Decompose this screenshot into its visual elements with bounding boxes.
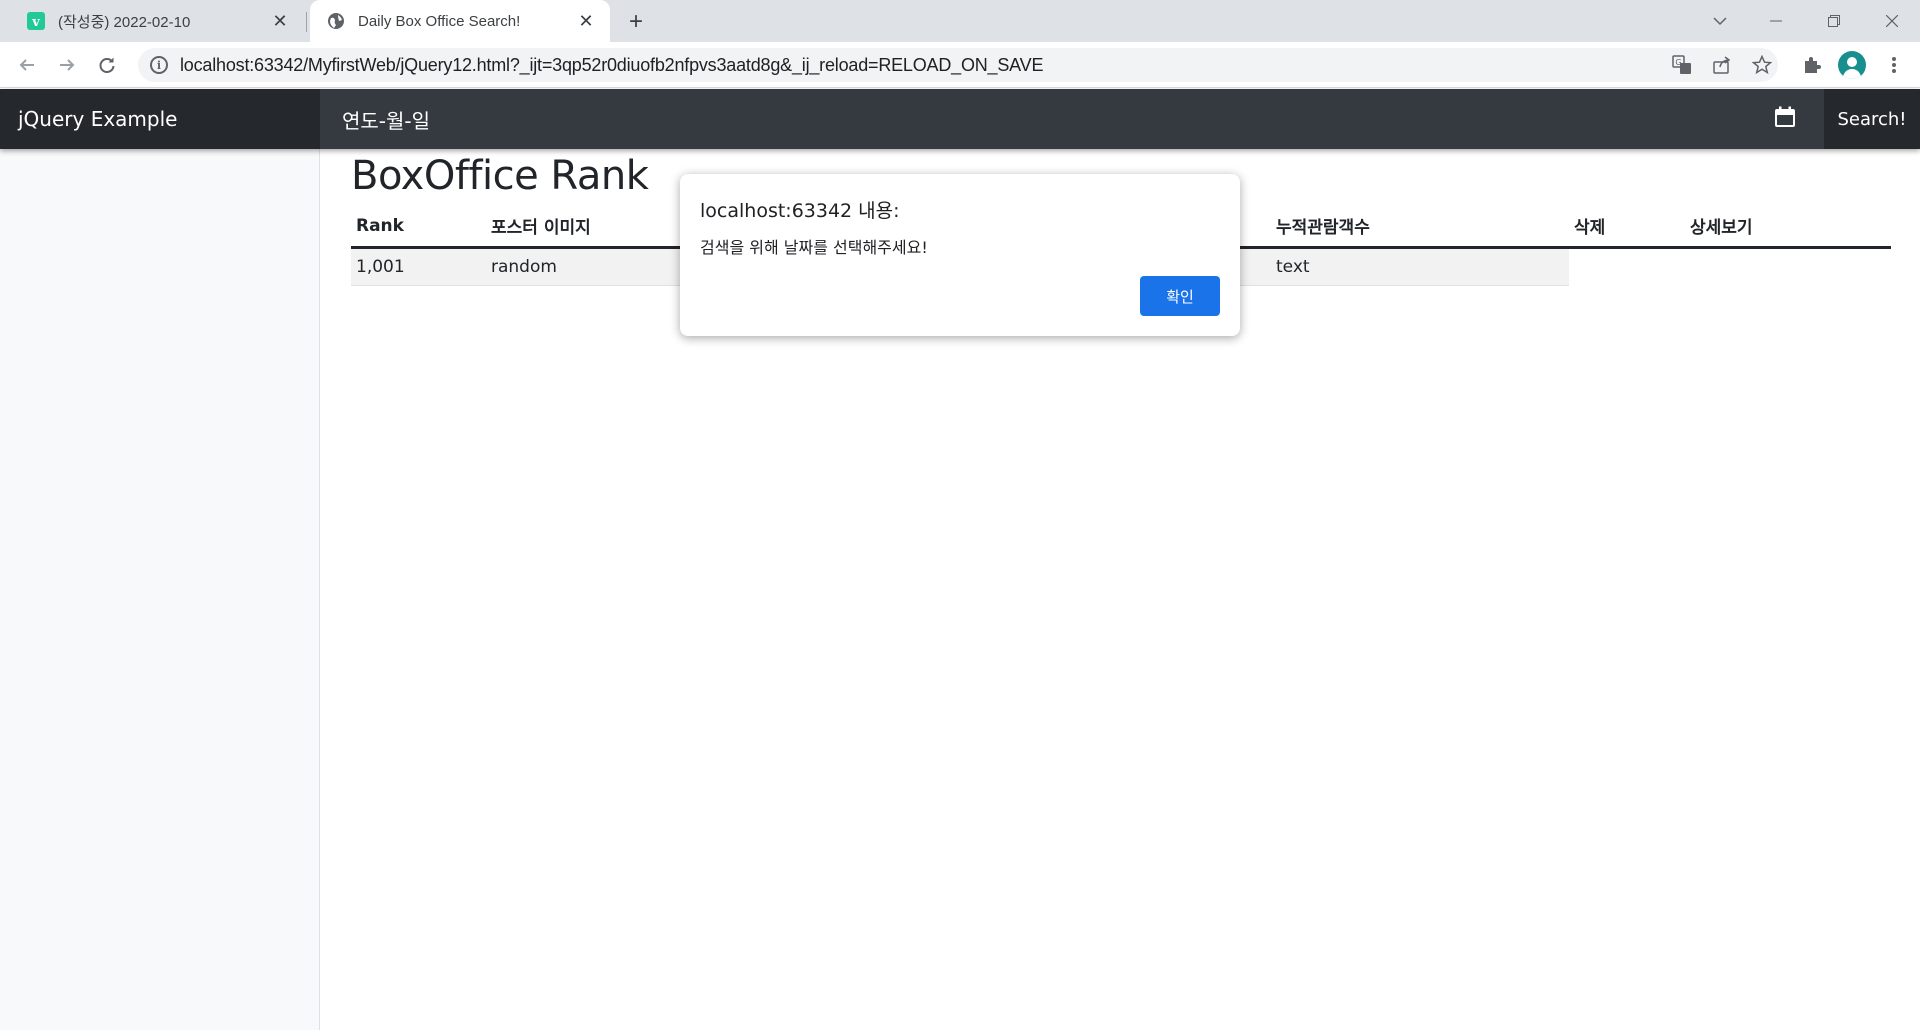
tab-title: (작성중) 2022-02-10: [58, 13, 191, 31]
column-header-delete: 삭제: [1569, 207, 1685, 249]
column-header-rank: Rank: [351, 207, 486, 249]
column-header-detail: 상세보기: [1685, 207, 1891, 249]
calendar-icon[interactable]: [1774, 106, 1798, 130]
share-icon[interactable]: [1708, 51, 1736, 79]
browser-tab-active[interactable]: Daily Box Office Search! ✕: [310, 0, 610, 42]
dialog-title: localhost:63342 내용:: [700, 200, 900, 222]
tab-separator: [306, 12, 307, 32]
url-text: localhost:63342/MyfirstWeb/jQuery12.html…: [180, 54, 1044, 75]
globe-icon: [326, 11, 346, 31]
reload-icon[interactable]: [92, 50, 122, 80]
table-cell: [1569, 248, 1685, 286]
svg-text:G: G: [1675, 58, 1681, 67]
minimize-icon[interactable]: [1748, 0, 1804, 42]
browser-tab-draft[interactable]: v (작성중) 2022-02-10 ✕: [12, 0, 304, 42]
site-info-icon[interactable]: i: [150, 56, 168, 74]
bookmark-star-icon[interactable]: [1748, 51, 1776, 79]
forward-icon[interactable]: [52, 50, 82, 80]
search-button[interactable]: Search!: [1824, 89, 1920, 149]
top-navbar: jQuery Example 연도-월-일 Search!: [0, 89, 1920, 149]
tab-strip: v (작성중) 2022-02-10 ✕ Daily Box Office Se…: [0, 0, 1920, 42]
column-header-audience: 누적관람객수: [1271, 207, 1569, 249]
restore-icon[interactable]: [1806, 0, 1862, 42]
table-cell: [1685, 248, 1891, 286]
profile-avatar[interactable]: [1838, 51, 1866, 79]
tab-search-icon[interactable]: [1692, 0, 1748, 42]
alert-dialog: localhost:63342 내용: 검색을 위해 날짜를 선택해주세요! 확…: [680, 174, 1240, 336]
page-content: jQuery Example 연도-월-일 Search! BoxOffice …: [0, 89, 1920, 1030]
date-input[interactable]: 연도-월-일: [320, 89, 1824, 149]
ok-button[interactable]: 확인: [1140, 276, 1220, 316]
navbar-brand[interactable]: jQuery Example: [0, 89, 320, 149]
close-tab-icon[interactable]: ✕: [576, 11, 596, 31]
new-tab-icon[interactable]: +: [622, 8, 650, 36]
v-icon: v: [26, 11, 46, 31]
address-bar[interactable]: i localhost:63342/MyfirstWeb/jQuery12.ht…: [138, 48, 1778, 82]
browser-toolbar: i localhost:63342/MyfirstWeb/jQuery12.ht…: [0, 42, 1920, 88]
tab-title: Daily Box Office Search!: [358, 12, 521, 30]
extensions-icon[interactable]: [1798, 51, 1826, 79]
close-tab-icon[interactable]: ✕: [270, 11, 290, 31]
translate-icon[interactable]: G: [1668, 51, 1696, 79]
back-icon[interactable]: [12, 50, 42, 80]
table-cell: 1,001: [351, 247, 486, 286]
svg-text:v: v: [31, 15, 40, 30]
close-window-icon[interactable]: [1864, 0, 1920, 42]
dialog-message: 검색을 위해 날짜를 선택해주세요!: [700, 238, 928, 257]
sidebar: [0, 149, 320, 1030]
menu-kebab-icon[interactable]: [1880, 51, 1908, 79]
table-cell: text: [1271, 247, 1569, 286]
